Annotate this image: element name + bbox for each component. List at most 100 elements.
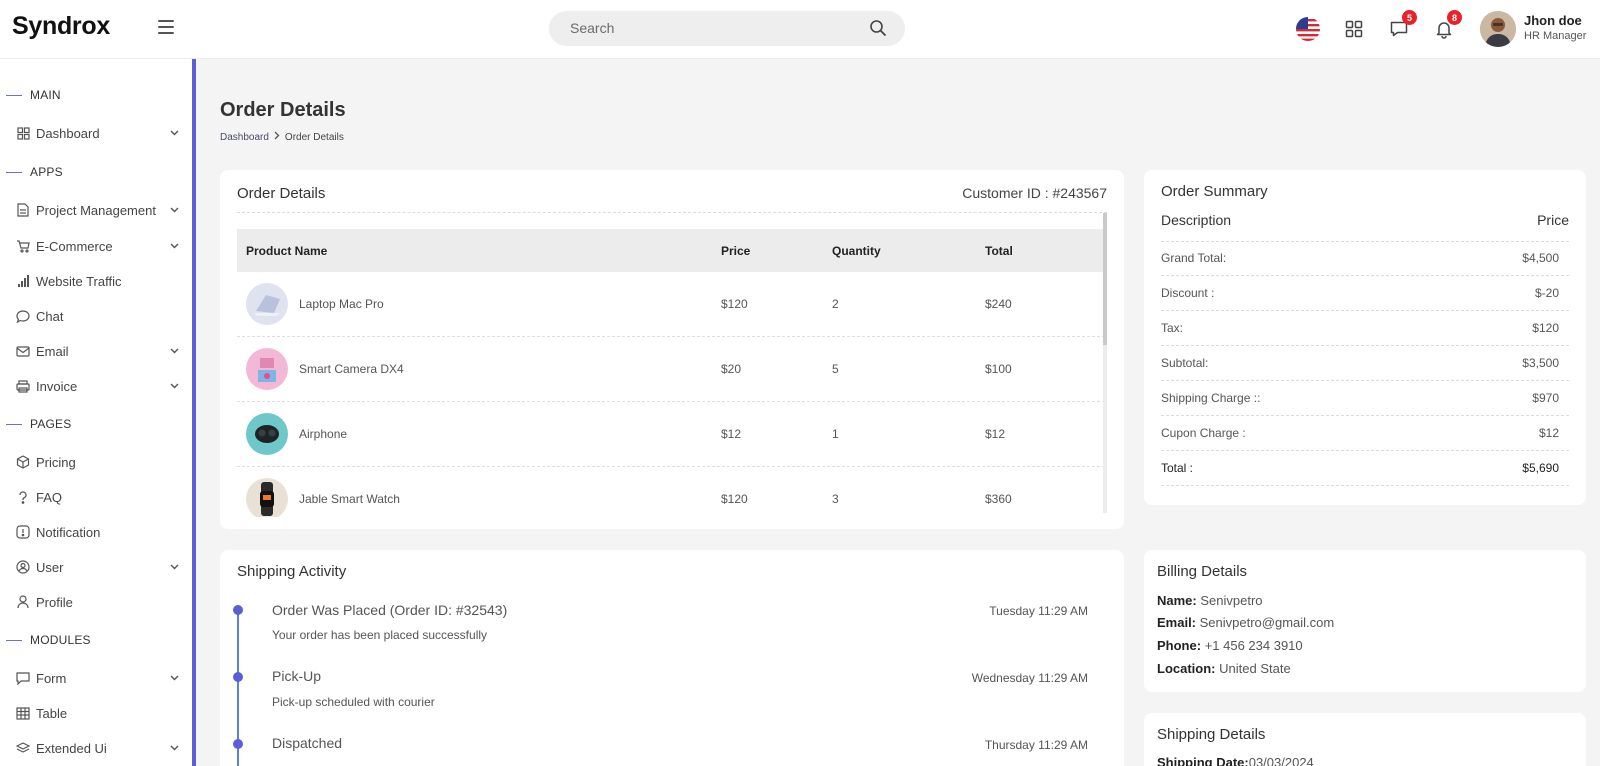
messages-badge: 5 bbox=[1402, 10, 1417, 25]
divider bbox=[1161, 380, 1569, 381]
product-name: Airphone bbox=[299, 427, 348, 441]
billing-email: Email: Senivpetro@gmail.com bbox=[1157, 615, 1335, 630]
summary-header: Description Price bbox=[1161, 212, 1569, 228]
sidebar-item-user[interactable]: User bbox=[16, 556, 186, 578]
user-name[interactable]: Jhon doe bbox=[1524, 13, 1582, 28]
messages-icon[interactable]: 5 bbox=[1386, 10, 1417, 42]
product-price: $120 bbox=[721, 297, 748, 311]
user-avatar[interactable] bbox=[1480, 11, 1516, 47]
timeline-event-time: Wednesday 11:29 AM bbox=[971, 671, 1088, 685]
sidebar-item-table[interactable]: Table bbox=[16, 702, 186, 724]
timeline-event-title: Pick-Up bbox=[272, 668, 322, 684]
table-row[interactable]: Smart Camera DX4 $20 5 $100 bbox=[237, 337, 1105, 402]
table-row[interactable]: Airphone $12 1 $12 bbox=[237, 402, 1105, 467]
summary-row-shipping-charge: Shipping Charge :: $970 bbox=[1161, 391, 1559, 405]
section-modules: MODULES bbox=[0, 631, 91, 649]
product-total: $360 bbox=[985, 492, 1012, 506]
sidebar-item-label: User bbox=[36, 559, 64, 575]
divider bbox=[237, 212, 1107, 213]
menu-toggle-icon[interactable] bbox=[158, 20, 174, 34]
order-details-card: Order Details Customer ID : #243567 Prod… bbox=[220, 170, 1124, 529]
divider bbox=[1161, 345, 1569, 346]
column-header-product[interactable]: Product Name bbox=[246, 244, 327, 258]
order-table: Product Name Price Quantity Total Laptop… bbox=[237, 229, 1105, 517]
summary-row-total: Total : $5,690 bbox=[1161, 461, 1559, 475]
sidebar-item-extended-ui[interactable]: Extended Ui bbox=[16, 737, 186, 759]
table-row[interactable]: Laptop Mac Pro $120 2 $240 bbox=[237, 272, 1105, 337]
sidebar-item-label: Project Management bbox=[36, 202, 156, 218]
table-scrollbar[interactable] bbox=[1103, 213, 1107, 513]
shipping-details-card: Shipping Details Shipping Date:03/03/202… bbox=[1144, 713, 1586, 766]
sidebar-item-invoice[interactable]: Invoice bbox=[16, 375, 186, 397]
timeline-event-title: Order Was Placed (Order ID: #32543) bbox=[272, 602, 508, 618]
product-price: $20 bbox=[721, 362, 742, 376]
chevron-down-icon bbox=[169, 239, 180, 254]
column-header-total[interactable]: Total bbox=[985, 244, 1013, 258]
search-input[interactable] bbox=[570, 20, 850, 36]
sidebar-item-label: Dashboard bbox=[36, 125, 100, 141]
app-logo[interactable]: Syndrox bbox=[12, 12, 110, 41]
sidebar-item-form[interactable]: Form bbox=[16, 667, 186, 689]
sidebar-item-label: Profile bbox=[36, 594, 73, 610]
billing-location: Location: United State bbox=[1157, 661, 1291, 676]
sidebar-item-e-commerce[interactable]: E-Commerce bbox=[16, 235, 186, 257]
sidebar-item-website-traffic[interactable]: Website Traffic bbox=[16, 270, 186, 292]
sidebar-item-label: Table bbox=[36, 705, 68, 721]
section-apps: APPS bbox=[0, 163, 63, 181]
page-title: Order Details bbox=[220, 99, 346, 121]
column-header-quantity[interactable]: Quantity bbox=[832, 244, 881, 258]
layers-icon bbox=[16, 741, 30, 755]
product-quantity: 2 bbox=[832, 297, 839, 311]
sidebar-item-email[interactable]: Email bbox=[16, 340, 186, 362]
table-row[interactable]: Jable Smart Watch $120 3 $360 bbox=[237, 467, 1105, 517]
laptop-product-image bbox=[246, 283, 288, 325]
product-quantity: 1 bbox=[832, 427, 839, 441]
column-header-price[interactable]: Price bbox=[721, 244, 750, 258]
product-total: $12 bbox=[985, 427, 1006, 441]
chevron-down-icon bbox=[169, 379, 180, 394]
sidebar-item-faq[interactable]: FAQ bbox=[16, 486, 186, 508]
user-role: HR Manager bbox=[1524, 30, 1587, 42]
section-pages: PAGES bbox=[0, 415, 71, 433]
notifications-bell-icon[interactable]: 8 bbox=[1431, 10, 1462, 42]
shipping-date: Shipping Date:03/03/2024 bbox=[1157, 755, 1314, 766]
summary-row-subtotal: Subtotal: $3,500 bbox=[1161, 356, 1559, 370]
chevron-down-icon bbox=[169, 741, 180, 756]
sidebar-item-chat[interactable]: Chat bbox=[16, 305, 186, 327]
sidebar-item-label: Form bbox=[36, 670, 67, 686]
summary-row-coupon-charge: Cupon Charge : $12 bbox=[1161, 426, 1559, 440]
alert-icon bbox=[16, 525, 30, 539]
billing-name: Name: Senivpetro bbox=[1157, 593, 1263, 608]
camera-product-image bbox=[246, 348, 288, 390]
breadcrumb-dashboard-link[interactable]: Dashboard bbox=[220, 132, 269, 143]
sidebar-item-label: Pricing bbox=[36, 454, 76, 470]
sidebar: MAIN Dashboard APPS Project Management E… bbox=[0, 59, 196, 766]
sidebar-item-dashboard[interactable]: Dashboard bbox=[16, 122, 186, 144]
summary-row-tax: Tax: $120 bbox=[1161, 321, 1559, 335]
divider bbox=[1161, 450, 1569, 451]
section-main: MAIN bbox=[0, 86, 61, 104]
product-name: Jable Smart Watch bbox=[299, 492, 400, 506]
apps-grid-icon[interactable] bbox=[1341, 16, 1367, 42]
billing-phone: Phone: +1 456 234 3910 bbox=[1157, 638, 1303, 653]
sidebar-item-pricing[interactable]: Pricing bbox=[16, 451, 186, 473]
search-icon[interactable] bbox=[869, 19, 887, 42]
user-circle-icon bbox=[16, 560, 30, 574]
sidebar-item-project-management[interactable]: Project Management bbox=[16, 199, 186, 221]
divider bbox=[1161, 275, 1569, 276]
timeline-event-title: Dispatched bbox=[272, 735, 343, 751]
scrollbar-thumb[interactable] bbox=[1103, 213, 1107, 345]
cart-icon bbox=[16, 239, 30, 253]
timeline-dot bbox=[233, 605, 243, 615]
smartwatch-product-image bbox=[246, 478, 288, 517]
product-name: Smart Camera DX4 bbox=[299, 362, 404, 376]
us-flag-icon[interactable] bbox=[1296, 17, 1320, 41]
sidebar-item-profile[interactable]: Profile bbox=[16, 591, 186, 613]
chat-bubble-icon bbox=[16, 309, 30, 323]
product-quantity: 5 bbox=[832, 362, 839, 376]
printer-icon bbox=[16, 379, 30, 393]
sidebar-item-notification[interactable]: Notification bbox=[16, 521, 186, 543]
order-details-title: Order Details bbox=[237, 185, 326, 202]
product-name: Laptop Mac Pro bbox=[299, 297, 384, 311]
product-price: $120 bbox=[721, 492, 748, 506]
